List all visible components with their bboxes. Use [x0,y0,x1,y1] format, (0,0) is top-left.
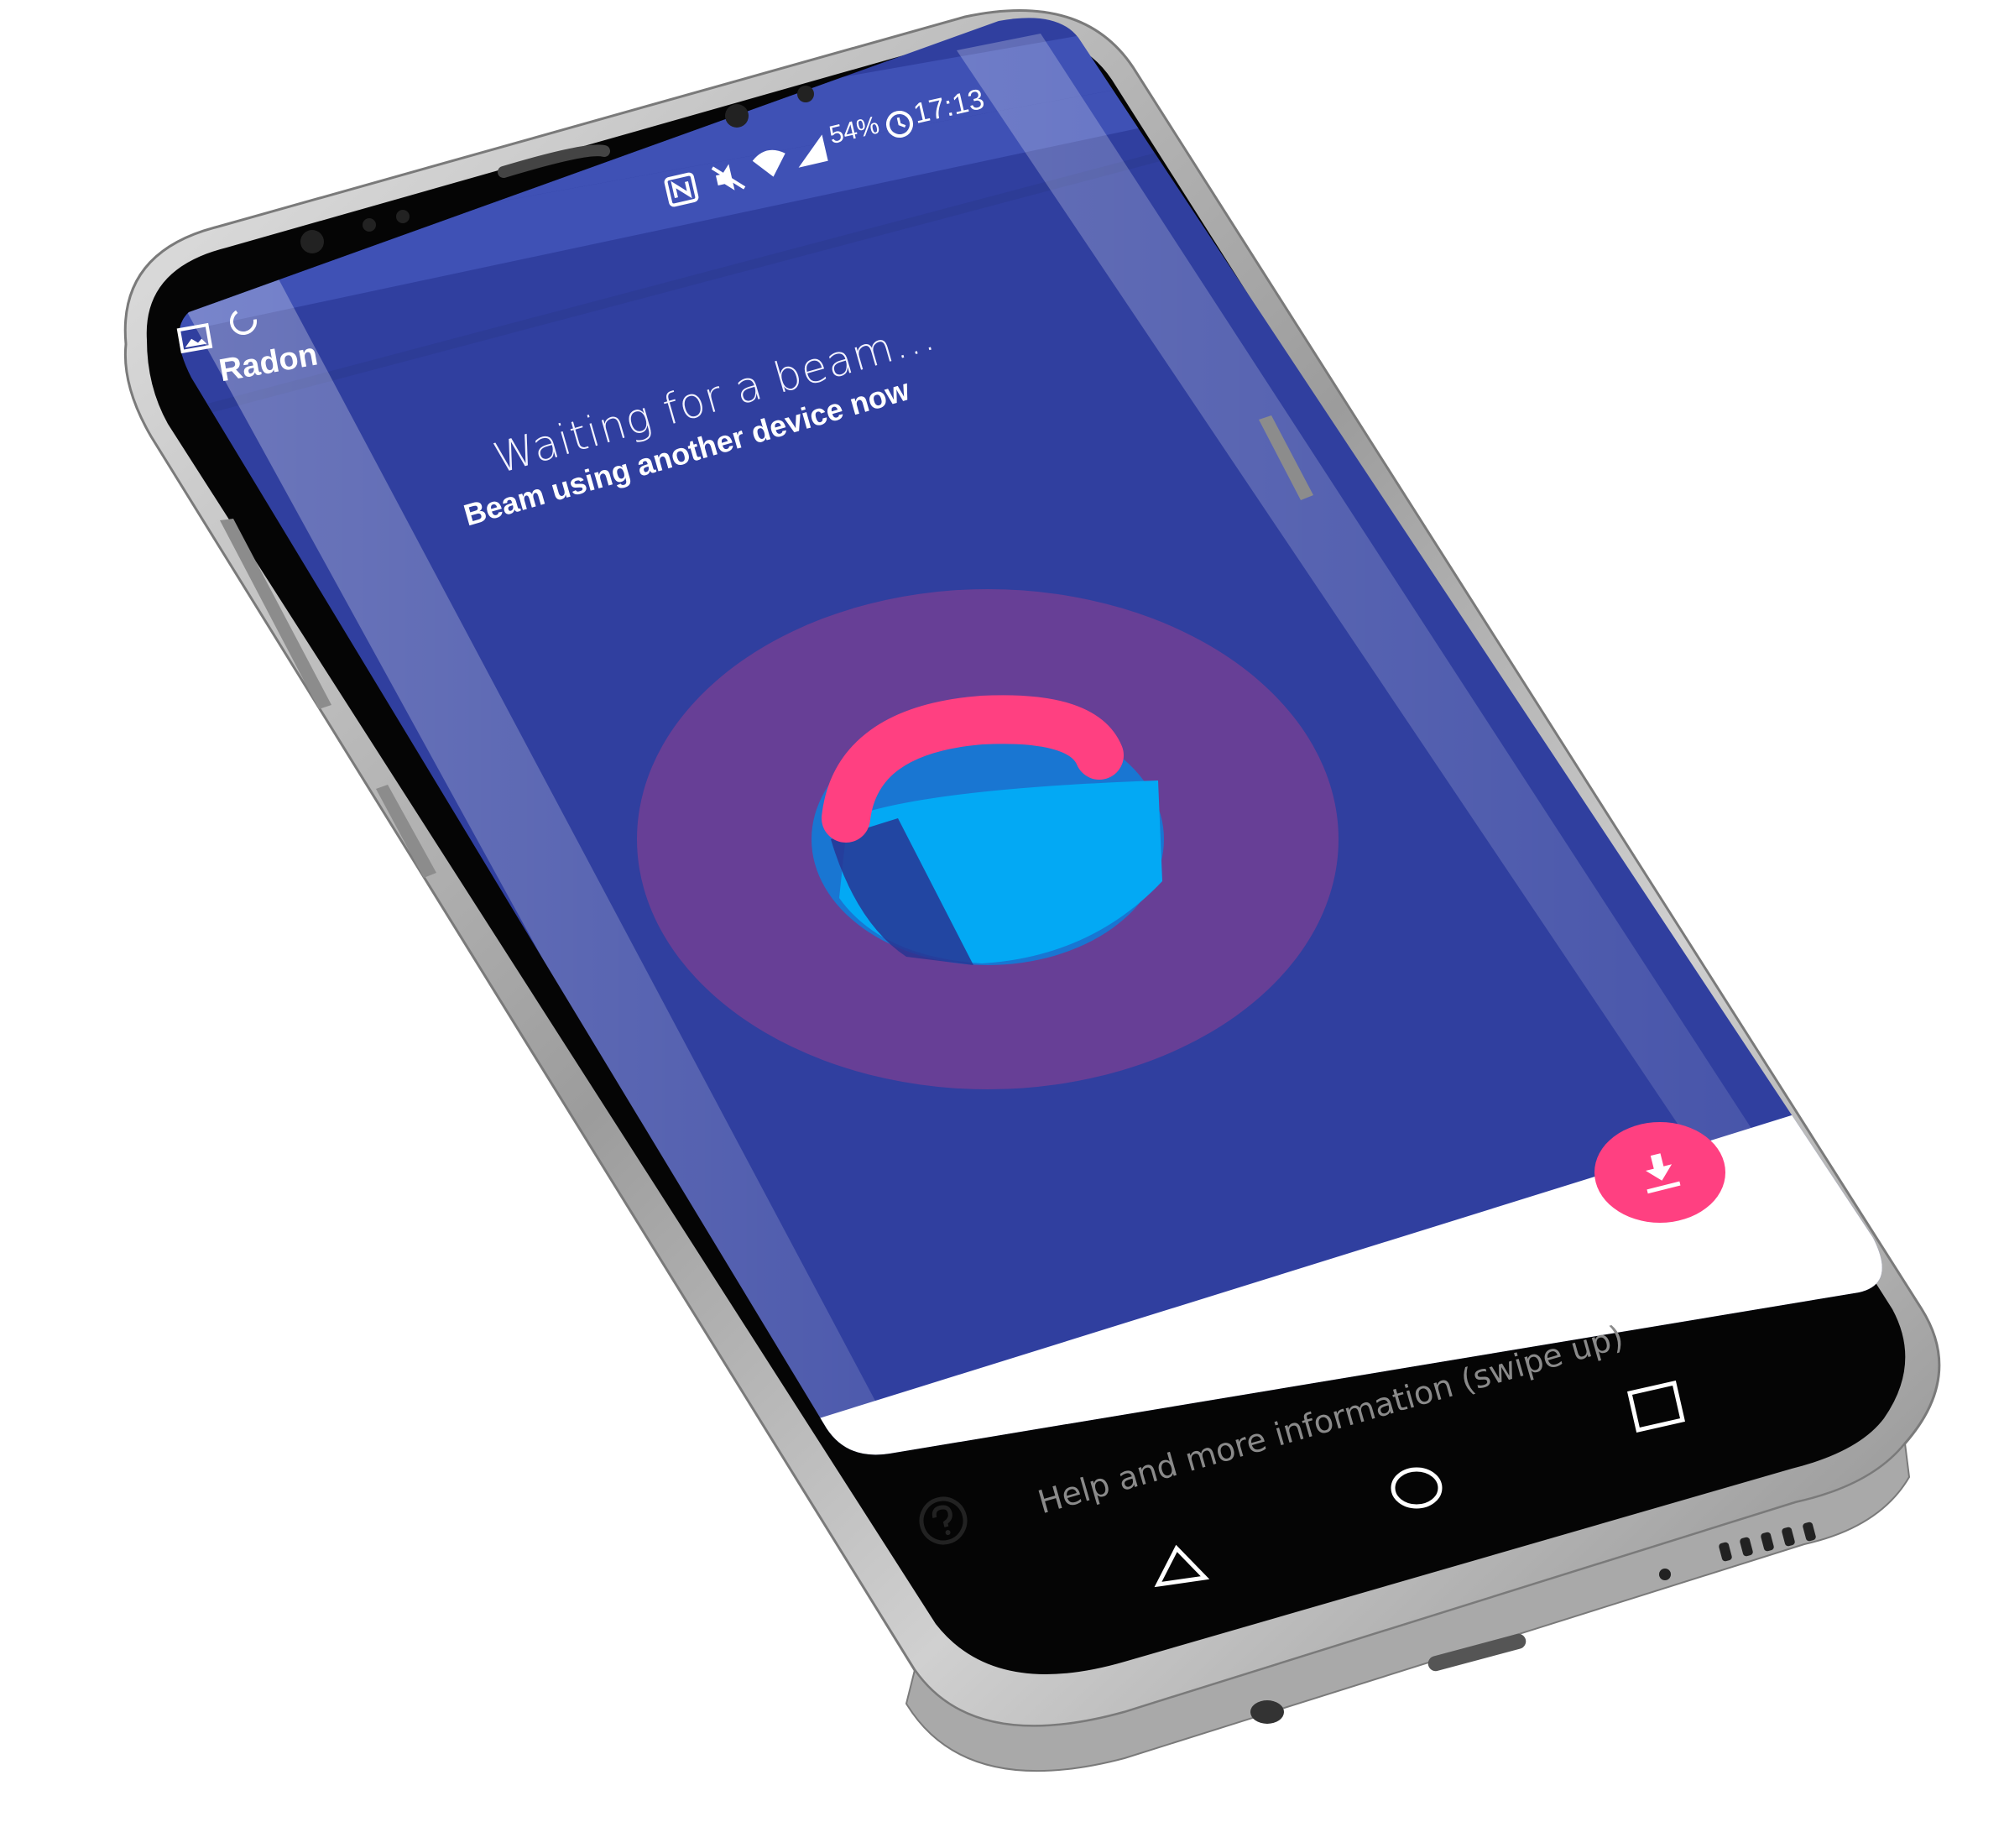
phone-mockup: 54% 17:13 Radon Waiting for a beam... Be… [0,0,2004,1848]
phone-illustration [123,9,1941,1772]
beam-logo [637,589,1339,1089]
download-fab[interactable] [1594,1122,1725,1223]
